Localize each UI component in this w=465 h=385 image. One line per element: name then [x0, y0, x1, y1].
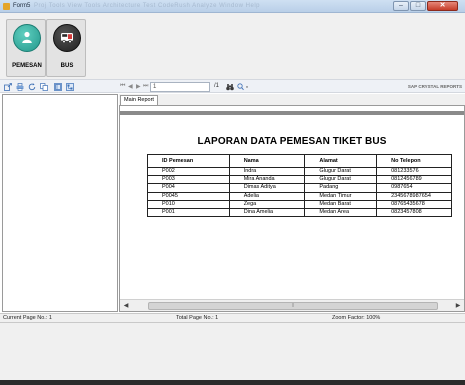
table-cell: 0812456789: [376, 175, 452, 185]
total-page-status: Total Page No.: 1: [176, 315, 219, 321]
group-tree-panel[interactable]: [2, 94, 118, 312]
table-row: P002 Indra Glugur Darat 081233576: [147, 166, 452, 177]
table-cell: 2345678987654: [376, 191, 452, 201]
table-cell: Dina Amelia: [228, 207, 306, 218]
scrollbar-grip: ⦙⦙: [292, 303, 295, 309]
bus-button[interactable]: BUS: [46, 19, 86, 77]
status-bar: Current Page No.: 1 Total Page No.: 1 Zo…: [0, 313, 465, 323]
table-cell: P002: [147, 166, 230, 177]
table-cell: Zega: [228, 199, 306, 209]
table-cell: Padang: [304, 183, 378, 193]
crystal-reports-brand: SAP CRYSTAL REPORTS: [407, 84, 462, 89]
user-glyph-icon: [20, 30, 34, 44]
table-row: P004 Dimas Aditya Padang 0987654: [147, 183, 452, 193]
main-toolbar: PEMESAN BUS: [0, 13, 465, 79]
last-page-button[interactable]: ⏭: [143, 83, 148, 90]
table-row: P010 Zega Medan Barat 08765435678: [147, 199, 452, 209]
current-page-status: Current Page No.: 1: [3, 315, 52, 321]
zoom-status: Zoom Factor: 100%: [332, 315, 381, 321]
table-cell: P010: [147, 199, 230, 209]
page-total-label: /1: [214, 83, 220, 89]
column-header: Nama: [228, 154, 306, 168]
table-cell: Glugur Darat: [304, 175, 378, 185]
report-header-row: ID Pemesan Nama Alamat No Telepon: [147, 154, 452, 168]
binoculars-icon[interactable]: [226, 83, 234, 91]
scroll-right-button[interactable]: ▶: [454, 302, 462, 310]
form-background: [0, 323, 465, 385]
table-cell: P004: [147, 183, 230, 193]
table-cell: P001: [147, 207, 230, 218]
table-cell: Glugur Darat: [304, 166, 378, 177]
report-title: LAPORAN DATA PEMESAN TIKET BUS: [197, 136, 387, 147]
table-row: P001 Dina Amelia Medan Area 0823457808: [147, 207, 452, 218]
column-header: Alamat: [304, 154, 378, 168]
report-table: ID Pemesan Nama Alamat No Telepon P002 I…: [147, 154, 452, 218]
first-page-button[interactable]: ⏮: [120, 83, 125, 90]
window-title: Form5: [13, 3, 31, 9]
table-cell: Adelia: [228, 191, 306, 201]
table-cell: Medan Area: [304, 207, 378, 218]
table-cell: 0987654: [376, 183, 452, 193]
print-icon[interactable]: [16, 83, 24, 91]
scrollbar-thumb[interactable]: ⦙⦙: [148, 302, 438, 310]
pemesan-button-label: PEMESAN: [12, 63, 42, 69]
report-preview[interactable]: LAPORAN DATA PEMESAN TIKET BUS ID Pemesa…: [119, 105, 465, 312]
parameter-icon[interactable]: [66, 83, 74, 91]
table-cell: Mira Ananda: [228, 175, 306, 185]
table-cell: 081233576: [376, 166, 452, 177]
table-row: P0045 Adelia Medan Timur 2345678987654: [147, 191, 452, 201]
table-cell: Medan Barat: [304, 199, 378, 209]
bus-button-label: BUS: [60, 63, 74, 69]
taskbar-edge: [0, 380, 465, 385]
table-cell: Medan Timur: [304, 191, 378, 201]
scroll-left-button[interactable]: ◀: [122, 302, 130, 310]
column-header: ID Pemesan: [147, 154, 230, 168]
table-row: P003 Mira Ananda Glugur Darat 0812456789: [147, 175, 452, 185]
copy-icon[interactable]: [40, 83, 48, 91]
export-icon[interactable]: [4, 83, 12, 91]
table-cell: Dimas Aditya: [228, 183, 306, 193]
window-titlebar: Form5 Proj Tools View Tools Architecture…: [0, 0, 465, 13]
table-cell: P003: [147, 175, 230, 185]
close-button[interactable]: ✕: [427, 1, 458, 11]
page-number-input[interactable]: 1: [150, 82, 210, 92]
report-header-band: [120, 111, 464, 115]
previous-page-button[interactable]: ◀: [128, 83, 133, 90]
minimize-button[interactable]: –: [393, 1, 409, 11]
report-tab-strip: Main Report: [119, 94, 465, 105]
refresh-icon[interactable]: [28, 83, 36, 91]
table-cell: Indra: [228, 166, 306, 177]
table-cell: 08765435678: [376, 199, 452, 209]
horizontal-scrollbar[interactable]: ◀ ⦙⦙ ▶: [120, 299, 464, 311]
group-tree-icon[interactable]: [54, 83, 62, 91]
table-cell: P0045: [147, 191, 230, 201]
next-page-button[interactable]: ▶: [136, 83, 141, 90]
pemesan-button[interactable]: PEMESAN: [6, 19, 46, 77]
maximize-button[interactable]: □: [410, 1, 426, 11]
background-menu-text: Proj Tools View Tools Architecture Test …: [34, 3, 260, 9]
table-cell: 0823457808: [376, 207, 452, 218]
report-viewer-toolbar: ⏮ ◀ ▶ ⏭ 1 /1 SAP CRYSTAL REPORTS: [0, 79, 465, 93]
bus-glyph-icon: [60, 30, 74, 44]
column-header: No Telepon: [376, 154, 452, 168]
app-icon: [3, 3, 10, 10]
tab-main-report[interactable]: Main Report: [120, 95, 158, 105]
zoom-icon[interactable]: [237, 83, 249, 91]
